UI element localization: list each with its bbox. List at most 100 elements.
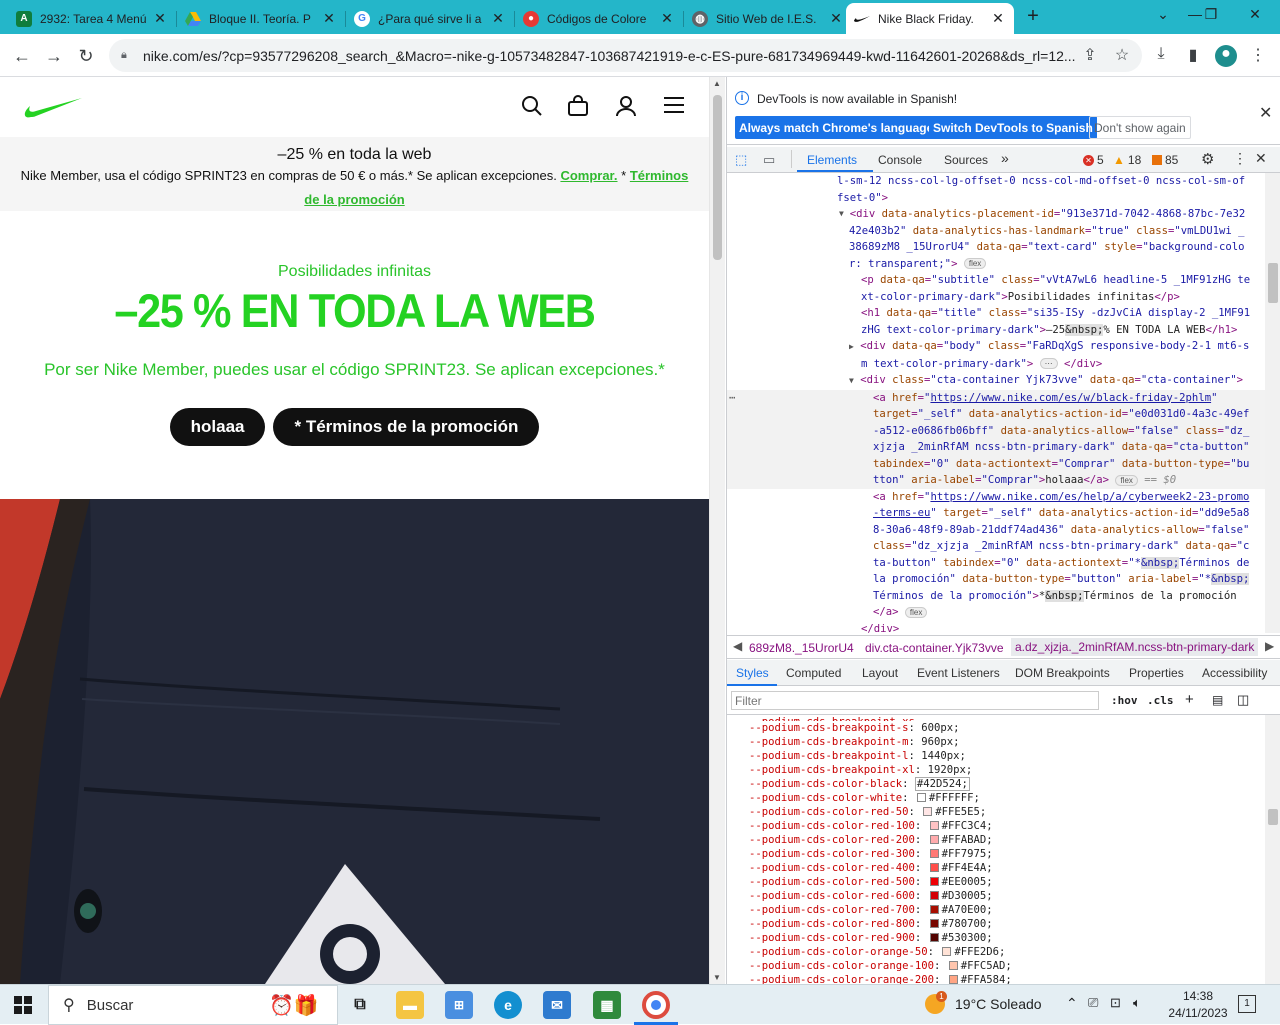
styles-rules-list[interactable]: --podium-cds-breakpoint-xs--podium-cds-b… <box>727 715 1265 984</box>
css-var-value[interactable]: #FFE5E5; <box>935 806 986 818</box>
dom-line[interactable]: ▶ <div data-qa="body" class="FaRDqXgS re… <box>727 338 1265 356</box>
notifications-icon[interactable]: 1 <box>1238 995 1256 1013</box>
css-var-value[interactable]: 960px; <box>921 736 959 748</box>
tab-computed[interactable]: Computed <box>786 666 841 680</box>
tab-ies[interactable]: ◍ Sitio Web de I.E.S. ✕ <box>684 3 852 34</box>
inspect-element-icon[interactable]: ⬚ <box>735 152 747 168</box>
new-style-rule-icon[interactable]: + <box>1185 691 1194 708</box>
close-icon[interactable]: ✕ <box>152 10 168 27</box>
taskbar-search[interactable]: ⚲ Buscar ⏰🎁 <box>48 985 338 1025</box>
tab-search-icon[interactable]: ⌄ <box>1148 6 1178 26</box>
css-var-value[interactable]: #FFE2D6; <box>954 946 1005 958</box>
back-button[interactable]: ← <box>9 43 35 69</box>
file-explorer-icon[interactable]: ▬ <box>396 991 424 1019</box>
hamburger-menu-icon[interactable] <box>664 96 684 114</box>
css-var-value[interactable]: #780700; <box>942 918 993 930</box>
edge-icon[interactable]: e <box>494 991 522 1019</box>
dont-show-again-button[interactable]: Don't show again <box>1089 116 1191 139</box>
cta-buy-button[interactable]: holaaa <box>169 408 266 446</box>
color-swatch-icon[interactable] <box>929 919 939 928</box>
css-var-value[interactable]: #FF4E4A; <box>942 862 993 874</box>
close-devtools-icon[interactable]: ✕ <box>1255 150 1267 167</box>
css-var-line[interactable]: --podium-cds-color-red-800: #780700; <box>727 917 1265 931</box>
dom-line[interactable]: <a href="https://www.nike.com/es/help/a/… <box>727 489 1265 506</box>
forward-button[interactable]: → <box>41 43 67 69</box>
css-var-value[interactable]: #A70E00; <box>942 904 993 916</box>
devtools-menu-icon[interactable]: ⋮ <box>1233 150 1247 167</box>
css-var-line[interactable]: --podium-cds-color-red-100: #FFC3C4; <box>727 819 1265 833</box>
css-var-line[interactable]: --podium-cds-color-red-900: #530300; <box>727 931 1265 945</box>
share-icon[interactable]: ⇪ <box>1079 45 1101 67</box>
tab-accessibility[interactable]: Accessibility <box>1202 666 1267 680</box>
styles-scrollbar-thumb[interactable] <box>1268 809 1278 825</box>
tab-layout[interactable]: Layout <box>862 666 898 680</box>
network-icon[interactable]: ⊡ <box>1110 995 1121 1011</box>
close-icon[interactable]: ✕ <box>490 10 506 27</box>
error-count[interactable]: ✕ 5 <box>1083 153 1104 167</box>
dom-line[interactable]: ▼ <div class="cta-container Yjk73vve" da… <box>727 372 1265 390</box>
color-swatch-icon[interactable] <box>948 961 958 970</box>
more-tabs-icon[interactable]: » <box>1001 150 1009 166</box>
tab-properties[interactable]: Properties <box>1129 666 1184 680</box>
warning-count[interactable]: ▲ 18 <box>1113 153 1141 167</box>
color-swatch-icon[interactable] <box>929 835 939 844</box>
spreadsheet-icon[interactable]: ▦ <box>593 991 621 1019</box>
css-var-line[interactable]: --podium-cds-color-red-500: #EE0005; <box>727 875 1265 889</box>
css-var-line[interactable]: --podium-cds-color-red-50: #FFE5E5; <box>727 805 1265 819</box>
breadcrumb-right-icon[interactable]: ▶ <box>1265 639 1274 653</box>
styles-scrollbar[interactable] <box>1265 715 1280 984</box>
dom-scrollbar-thumb[interactable] <box>1268 263 1278 303</box>
css-var-value[interactable]: 1440px; <box>921 750 966 762</box>
profile-icon[interactable] <box>615 95 637 117</box>
clock-date[interactable]: 24/11/2023 <box>1160 1006 1236 1020</box>
mail-icon[interactable]: ✉ <box>543 991 571 1019</box>
tab-console[interactable]: Console <box>878 153 922 167</box>
new-tab-button[interactable]: + <box>1022 6 1044 28</box>
profile-avatar-icon[interactable]: ● <box>1215 45 1237 67</box>
css-var-line[interactable]: --podium-cds-color-orange-200: #FFA584; <box>727 973 1265 984</box>
css-var-value[interactable]: #FFABAD; <box>942 834 993 846</box>
dom-scrollbar[interactable] <box>1265 173 1280 633</box>
download-icon[interactable]: ⤓ <box>1150 45 1172 67</box>
nike-logo[interactable] <box>24 97 82 119</box>
dom-line[interactable]: <p data-qa="subtitle" class="vVtA7wL6 he… <box>727 272 1265 289</box>
css-var-line[interactable]: --podium-cds-breakpoint-l: 1440px; <box>727 749 1265 763</box>
dom-line[interactable]: <h1 data-qa="title" class="si35-ISy -dzJ… <box>727 305 1265 322</box>
css-var-line[interactable]: --podium-cds-color-red-400: #FF4E4A; <box>727 861 1265 875</box>
dom-line-selected[interactable]: ⋯ <a href="https://www.nike.com/es/w/blac… <box>727 389 1265 406</box>
color-swatch-icon[interactable] <box>942 947 952 956</box>
css-var-line[interactable]: --podium-cds-breakpoint-s: 600px; <box>727 721 1265 735</box>
css-var-line[interactable]: --podium-cds-breakpoint-xl: 1920px; <box>727 763 1265 777</box>
css-var-line[interactable]: --podium-cds-color-red-600: #D30005; <box>727 889 1265 903</box>
close-icon[interactable]: ✕ <box>990 10 1006 27</box>
chrome-icon[interactable] <box>642 991 670 1019</box>
search-icon[interactable] <box>521 95 543 117</box>
css-var-value[interactable]: #FFA584; <box>961 974 1012 984</box>
css-var-line[interactable]: --podium-cds-color-orange-50: #FFE2D6; <box>727 945 1265 959</box>
issues-count[interactable]: 85 <box>1152 153 1178 167</box>
css-var-value[interactable]: #FFC5AD; <box>961 960 1012 972</box>
tab-colores[interactable]: ● Códigos de Colore ✕ <box>515 3 683 34</box>
css-var-line[interactable]: --podium-cds-breakpoint-m: 960px; <box>727 735 1265 749</box>
switch-devtools-spanish-button[interactable]: Switch DevTools to Spanish <box>929 116 1097 139</box>
toggle-sidebar-icon[interactable]: ◫ <box>1237 692 1249 708</box>
windows-start-icon[interactable] <box>14 996 32 1017</box>
color-swatch-icon[interactable] <box>929 849 939 858</box>
tab-styles[interactable]: Styles <box>736 666 769 680</box>
tab-google[interactable]: G ¿Para qué sirve li a ✕ <box>346 3 514 34</box>
tab-elements[interactable]: Elements <box>807 153 857 167</box>
address-bar[interactable]: 🔒︎ nike.com/es/?cp=93577296208_search_&M… <box>109 39 1142 72</box>
breadcrumb-item[interactable]: div.cta-container.Yjk73vve <box>865 641 1004 655</box>
reload-button[interactable]: ↻ <box>73 43 99 69</box>
hov-toggle[interactable]: :hov <box>1111 694 1138 707</box>
close-icon[interactable]: ✕ <box>659 10 675 27</box>
close-infobar-icon[interactable]: ✕ <box>1259 103 1272 123</box>
breadcrumb-item-active[interactable]: a.dz_xjzja._2minRfAM.ncss-btn-primary-da… <box>1011 638 1259 656</box>
device-toolbar-icon[interactable]: ▭ <box>763 152 775 168</box>
page-scrollbar[interactable]: ▲ ▼ <box>709 77 725 984</box>
weather-text[interactable]: 19°C Soleado <box>955 996 1042 1012</box>
task-view-icon[interactable]: ⧉ <box>346 991 374 1019</box>
scroll-up-icon[interactable]: ▲ <box>713 79 721 88</box>
tab-event-listeners[interactable]: Event Listeners <box>917 666 1000 680</box>
css-var-value[interactable]: #FFFFFF; <box>929 792 980 804</box>
